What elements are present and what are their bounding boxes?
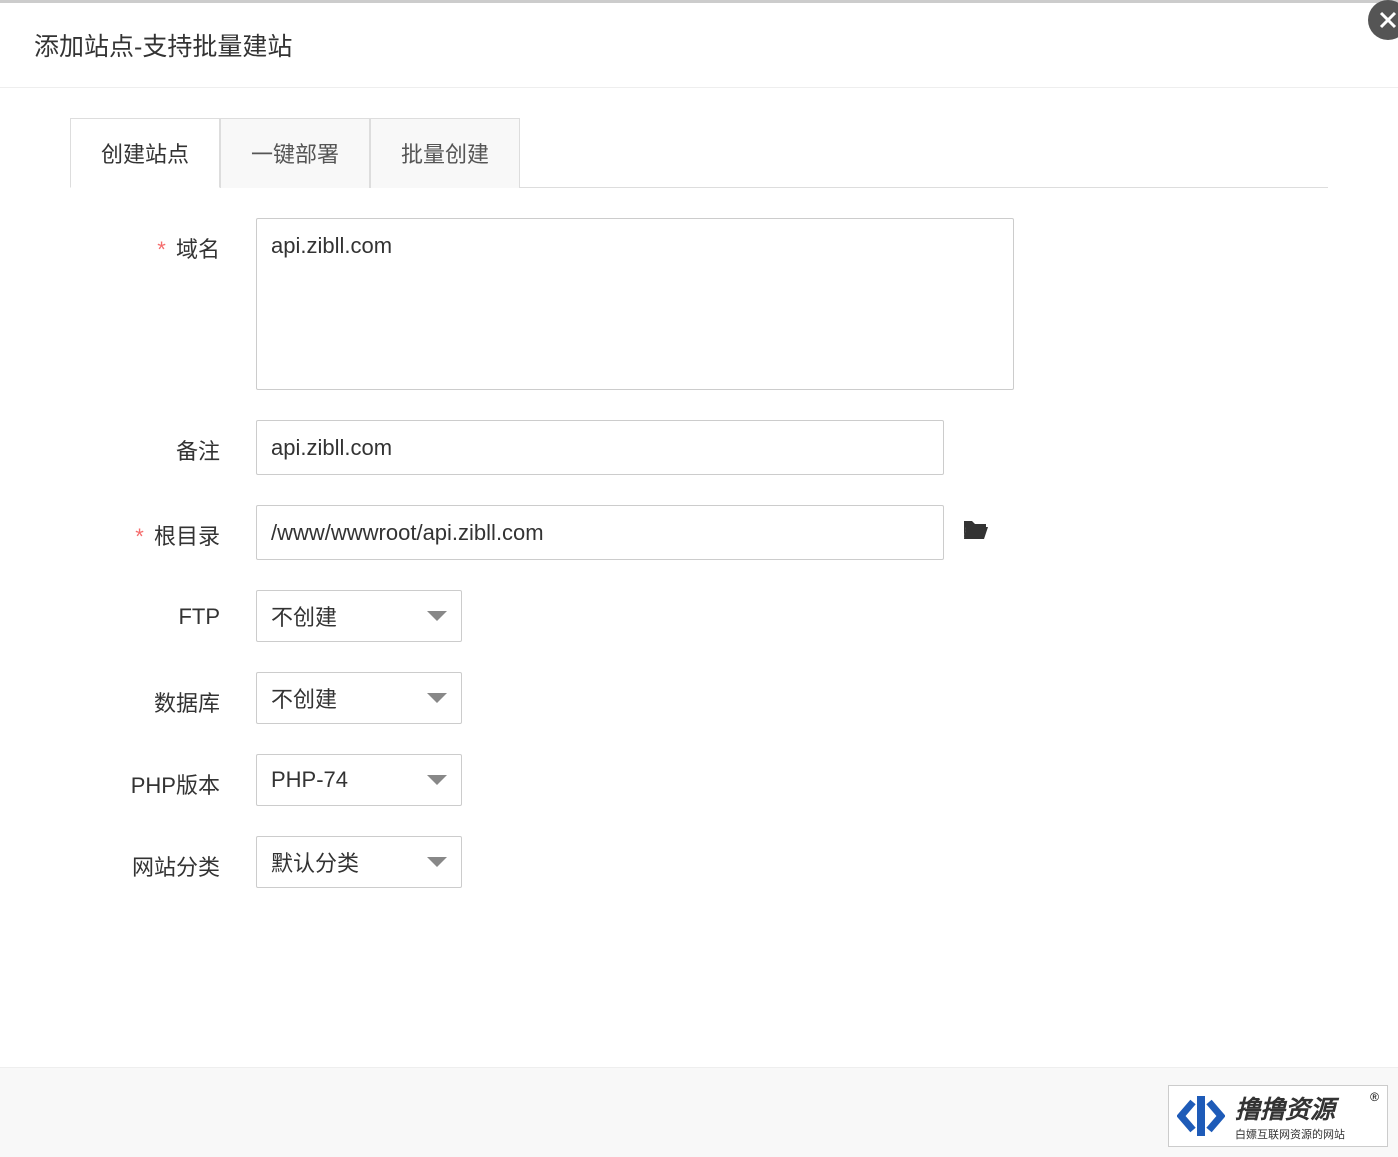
label-php: PHP版本: [70, 754, 220, 800]
modal-header: 添加站点-支持批量建站: [0, 3, 1398, 88]
folder-picker-button[interactable]: [962, 519, 990, 546]
database-select-value: 不创建: [271, 682, 337, 714]
category-select[interactable]: 默认分类: [256, 836, 462, 888]
caret-down-icon: [427, 693, 447, 703]
label-category: 网站分类: [70, 836, 220, 882]
add-site-modal: 添加站点-支持批量建站 创建站点 一键部署 批量创建 * 域名 api.zibl…: [0, 0, 1398, 1157]
required-mark: *: [157, 237, 166, 262]
domain-input[interactable]: api.zibll.com: [256, 218, 1014, 390]
row-domain: * 域名 api.zibll.com: [70, 218, 1328, 390]
ftp-select[interactable]: 不创建: [256, 590, 462, 642]
row-category: 网站分类 默认分类: [70, 836, 1328, 888]
php-select-value: PHP-74: [271, 767, 348, 793]
row-ftp: FTP 不创建: [70, 590, 1328, 642]
required-mark: *: [135, 524, 144, 549]
registered-mark-icon: ®: [1370, 1090, 1379, 1104]
modal-body: 创建站点 一键部署 批量创建 * 域名 api.zibll.com 备注 * 根…: [0, 88, 1398, 958]
watermark-subtitle: 白嫖互联网资源的网站: [1235, 1126, 1345, 1142]
caret-down-icon: [427, 775, 447, 785]
modal-title: 添加站点-支持批量建站: [34, 27, 1364, 63]
row-remark: 备注: [70, 420, 1328, 475]
row-database: 数据库 不创建: [70, 672, 1328, 724]
watermark-logo-icon: [1177, 1092, 1225, 1140]
label-domain: * 域名: [70, 218, 220, 264]
label-database: 数据库: [70, 672, 220, 718]
watermark-text: 撸撸资源 白嫖互联网资源的网站: [1235, 1090, 1345, 1142]
ftp-select-value: 不创建: [271, 600, 337, 632]
caret-down-icon: [427, 857, 447, 867]
label-remark: 备注: [70, 420, 220, 466]
database-select[interactable]: 不创建: [256, 672, 462, 724]
tab-create-site[interactable]: 创建站点: [70, 118, 220, 188]
watermark-title: 撸撸资源: [1235, 1090, 1345, 1126]
close-icon: [1379, 11, 1397, 29]
tab-quick-deploy[interactable]: 一键部署: [220, 118, 370, 188]
root-dir-input[interactable]: [256, 505, 944, 560]
remark-input[interactable]: [256, 420, 944, 475]
label-root: * 根目录: [70, 505, 220, 551]
tab-container: 创建站点 一键部署 批量创建: [70, 118, 1328, 188]
caret-down-icon: [427, 611, 447, 621]
tab-batch-create[interactable]: 批量创建: [370, 118, 520, 188]
watermark: 撸撸资源 白嫖互联网资源的网站 ®: [1168, 1085, 1388, 1147]
label-ftp: FTP: [70, 590, 220, 630]
row-root: * 根目录: [70, 505, 1328, 560]
php-select[interactable]: PHP-74: [256, 754, 462, 806]
row-php: PHP版本 PHP-74: [70, 754, 1328, 806]
category-select-value: 默认分类: [271, 846, 359, 878]
folder-open-icon: [962, 519, 990, 541]
